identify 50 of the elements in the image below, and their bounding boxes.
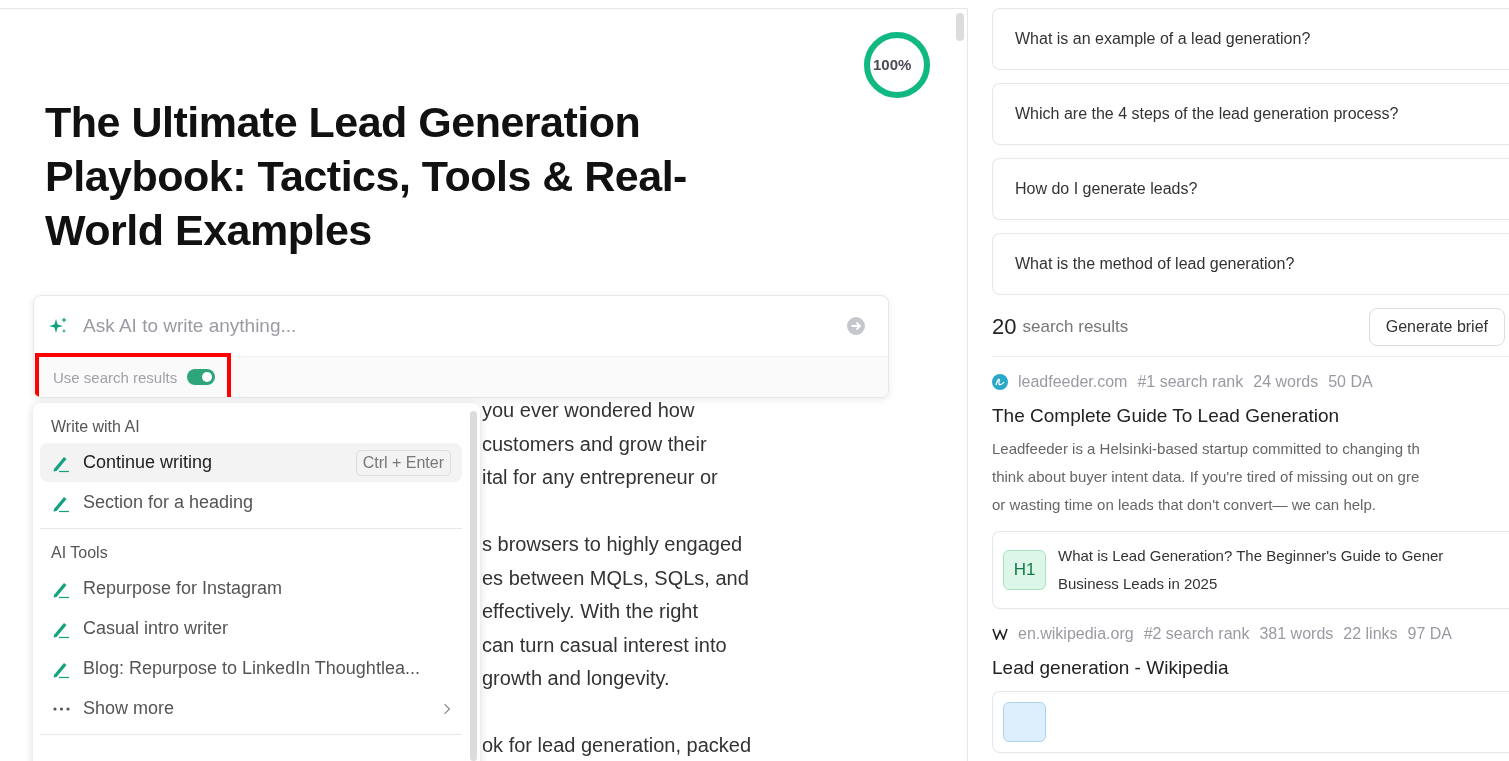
result-metric: 22 links bbox=[1343, 625, 1398, 643]
body-text: ok for lead generation, packed bbox=[482, 734, 752, 756]
heading-text: What is Lead Generation? The Beginner's Guide to Gener Business Leads in 2025 bbox=[1058, 546, 1444, 594]
body-text: you ever wondered how bbox=[482, 399, 695, 421]
question-card[interactable]: What is an example of a lead generation? bbox=[992, 8, 1509, 70]
result-metric: #1 search rank bbox=[1137, 373, 1244, 391]
heading-tag-badge: H1 bbox=[1003, 550, 1046, 590]
body-text: effectively. With the right bbox=[482, 600, 698, 622]
result-description: Leadfeeder is a Helsinki-based startup committed to changing th think about buyer intent data. If you're tired of missing out on gre or wasting time on leads that don't convert— we can help. bbox=[992, 439, 1421, 515]
more-dots-icon bbox=[52, 706, 70, 711]
result-title[interactable]: The Complete Guide To Lead Generation bbox=[992, 405, 1509, 427]
ai-prompt-field[interactable]: Ask AI to write anything... bbox=[81, 314, 834, 338]
progress-reading: 100% bbox=[873, 56, 912, 73]
result-metric: #2 search rank bbox=[1143, 625, 1250, 643]
generate-brief-button[interactable]: Generate brief bbox=[1368, 308, 1505, 346]
results-label: search results bbox=[1022, 317, 1130, 337]
result-metric: 50 DA bbox=[1328, 373, 1373, 391]
result-metric: 24 words bbox=[1253, 373, 1319, 391]
toggle-switch[interactable] bbox=[187, 369, 216, 385]
scrollbar-thumb[interactable] bbox=[956, 13, 964, 41]
menu-item[interactable]: Continue writing Ctrl + Enter bbox=[40, 443, 462, 482]
body-text: ital for any entrepreneur or bbox=[482, 466, 718, 488]
results-count: 20 bbox=[992, 314, 1017, 340]
article-title: The Ultimate Lead Generation Playbook: Tactics, Tools & Real-World Examples bbox=[45, 97, 688, 256]
question-card[interactable]: What is the method of lead generation? bbox=[992, 233, 1509, 295]
question-card[interactable]: How do I generate leads? bbox=[992, 158, 1509, 220]
menu-item[interactable]: Show more bbox=[40, 689, 462, 728]
menu-section-heading: AI Tools bbox=[50, 543, 109, 563]
menu-item[interactable]: Casual intro writer bbox=[40, 609, 462, 648]
menu-item[interactable]: Blog: Repurpose to LinkedIn Thoughtlea... bbox=[40, 649, 462, 688]
site-logo-icon bbox=[992, 374, 1008, 390]
menu-scrollbar[interactable] bbox=[470, 411, 477, 761]
body-text: growth and longevity. bbox=[482, 667, 670, 689]
progress-ring bbox=[862, 30, 932, 100]
menu-item[interactable]: Repurpose for Instagram bbox=[40, 569, 462, 608]
body-text: es between MQLs, SQLs, and bbox=[482, 566, 749, 589]
menu-item[interactable]: Section for a heading bbox=[40, 483, 462, 522]
result-title[interactable]: Lead generation - Wikipedia bbox=[992, 657, 1509, 679]
result-metric: 381 words bbox=[1259, 625, 1334, 643]
toggle-label: Use search results bbox=[53, 368, 178, 386]
menu-section-heading: Write with AI bbox=[50, 417, 141, 437]
heading-tag-badge bbox=[1003, 702, 1046, 742]
body-text: can turn casual interest into bbox=[482, 633, 727, 656]
body-text: customers and grow their bbox=[482, 432, 707, 455]
wikipedia-logo-icon bbox=[992, 628, 1008, 640]
shortcut-badge: Ctrl + Enter bbox=[355, 449, 451, 476]
question-card[interactable]: Which are the 4 steps of the lead generation process? bbox=[992, 83, 1509, 145]
body-text: s browsers to highly engaged bbox=[482, 533, 743, 555]
result-metric: 97 DA bbox=[1407, 625, 1452, 643]
chevron-right-icon bbox=[443, 702, 451, 715]
